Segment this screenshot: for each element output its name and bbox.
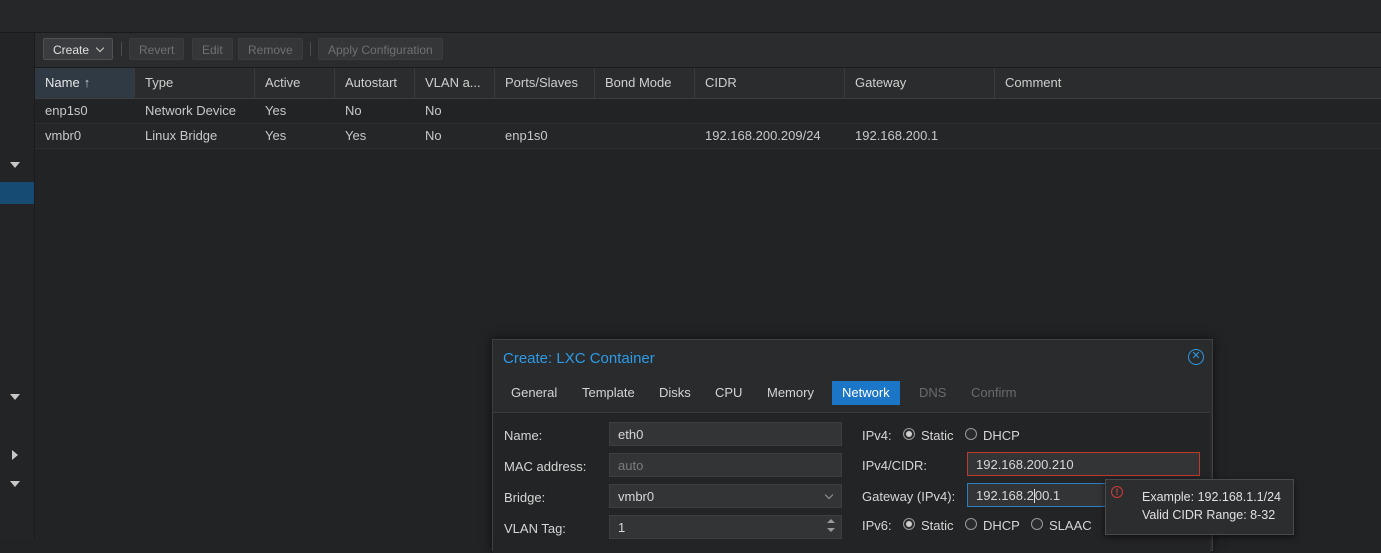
bridge-select[interactable]: vmbr0 [609,484,842,508]
column-header-cidr[interactable]: CIDR [695,68,845,98]
create-button-label: Create [53,43,90,57]
cell-autostart: No [345,103,362,118]
dialog-title: Create: LXC Container [503,350,655,367]
tooltip-example-text: Example: 192.168.1.1/24 [1142,490,1281,504]
ipv6-static-radio[interactable] [903,518,915,530]
column-header-label: Name [45,75,80,90]
ipv6-dhcp-radio[interactable] [965,518,977,530]
bridge-label: Bridge: [504,490,546,505]
name-label: Name: [504,428,543,443]
ipv4-static-label[interactable]: Static [921,428,954,443]
mac-address-input[interactable]: auto [609,453,842,477]
edit-button[interactable]: Edit [192,38,233,60]
table-row[interactable]: vmbr0 Linux Bridge Yes Yes No enp1s0 192… [35,124,1381,149]
ipv4-cidr-label: IPv4/CIDR: [862,458,928,473]
ipv6-static-label[interactable]: Static [921,518,954,533]
resource-tree-panel [0,33,35,539]
network-toolbar: Create Revert Edit Remove Apply Configur… [35,33,1381,68]
ipv6-slaac-radio[interactable] [1031,518,1043,530]
cell-name: enp1s0 [45,103,88,118]
cell-vlan-aware: No [425,103,442,118]
ipv6-dhcp-label[interactable]: DHCP [983,518,1020,533]
cell-ports: enp1s0 [505,128,548,143]
ipv4-static-radio[interactable] [903,428,915,440]
cell-vlan-aware: No [425,128,442,143]
tooltip-range-text: Valid CIDR Range: 8-32 [1142,508,1276,522]
column-header-type[interactable]: Type [135,68,255,98]
tab-general[interactable]: General [501,381,567,405]
network-form: Name: eth0 MAC address: auto Bridge: vmb… [493,412,1210,553]
vlan-tag-label: VLAN Tag: [504,521,566,536]
remove-button[interactable]: Remove [238,38,303,60]
vlan-tag-stepper[interactable]: 1 [609,515,842,539]
cell-type: Linux Bridge [145,128,218,143]
cell-type: Network Device [145,103,237,118]
column-header-name[interactable]: Name ↑ [35,68,135,98]
ipv6-label: IPv6: [862,518,892,533]
column-header-ports-slaves[interactable]: Ports/Slaves [495,68,595,98]
toolbar-separator [310,42,311,56]
ipv4-label: IPv4: [862,428,892,443]
cell-cidr [695,99,705,123]
error-icon: ! [1111,486,1123,498]
chevron-down-icon[interactable] [824,490,834,500]
revert-button[interactable]: Revert [129,38,185,60]
tab-memory[interactable]: Memory [757,381,824,405]
chevron-down-icon [95,43,105,53]
validation-tooltip: ! Example: 192.168.1.1/24 Valid CIDR Ran… [1105,479,1294,535]
tab-template[interactable]: Template [572,381,645,405]
gateway-ipv4-label: Gateway (IPv4): [862,489,956,504]
sort-ascending-icon: ↑ [83,75,91,90]
cell-gateway: 192.168.200.1 [855,128,939,143]
gateway-ipv4-value-rest: 00.1 [1034,488,1061,503]
tab-disks[interactable]: Disks [649,381,701,405]
column-header-bond-mode[interactable]: Bond Mode [595,68,695,98]
gateway-ipv4-value: 192.168.2 [976,488,1034,503]
ipv4-dhcp-radio[interactable] [965,428,977,440]
create-button[interactable]: Create [43,38,114,60]
cell-active: Yes [265,128,287,143]
expand-arrow-icon[interactable] [10,394,20,400]
expand-arrow-icon[interactable] [10,162,20,168]
bridge-select-value: vmbr0 [618,489,655,504]
ipv4-cidr-input[interactable]: 192.168.200.210 [967,452,1200,476]
column-header-vlan-aware[interactable]: VLAN a... [415,68,495,98]
network-grid-header: Name ↑ Type Active Autostart VLAN a... Po… [35,68,1381,99]
name-input[interactable]: eth0 [609,422,842,446]
vlan-tag-value: 1 [618,520,626,535]
expand-arrow-icon[interactable] [10,481,20,487]
cell-gateway [845,99,855,123]
ipv4-dhcp-label[interactable]: DHCP [983,428,1020,443]
collapse-arrow-icon[interactable] [12,450,18,460]
column-header-gateway[interactable]: Gateway [845,68,995,98]
cell-active: Yes [265,103,287,118]
cell-cidr: 192.168.200.209/24 [705,128,821,143]
tab-cpu[interactable]: CPU [705,381,752,405]
column-header-active[interactable]: Active [255,68,335,98]
cell-name: vmbr0 [45,128,82,143]
close-icon[interactable]: ✕ [1188,349,1204,365]
tab-network[interactable]: Network [832,381,900,405]
column-header-autostart[interactable]: Autostart [335,68,415,98]
column-header-comment[interactable]: Comment [995,68,1381,98]
ipv6-slaac-label[interactable]: SLAAC [1049,518,1092,533]
cell-autostart: Yes [345,128,367,143]
tab-dns: DNS [919,385,947,400]
mac-address-label: MAC address: [504,459,587,474]
table-row[interactable]: enp1s0 Network Device Yes No No [35,99,1381,124]
tab-confirm: Confirm [971,385,1017,400]
top-bar [0,0,1381,33]
cell-ports [495,99,505,123]
spinner-icon[interactable] [827,519,835,535]
toolbar-separator [121,42,122,56]
apply-configuration-button[interactable]: Apply Configuration [318,38,443,60]
tree-selected-item[interactable] [0,182,34,204]
